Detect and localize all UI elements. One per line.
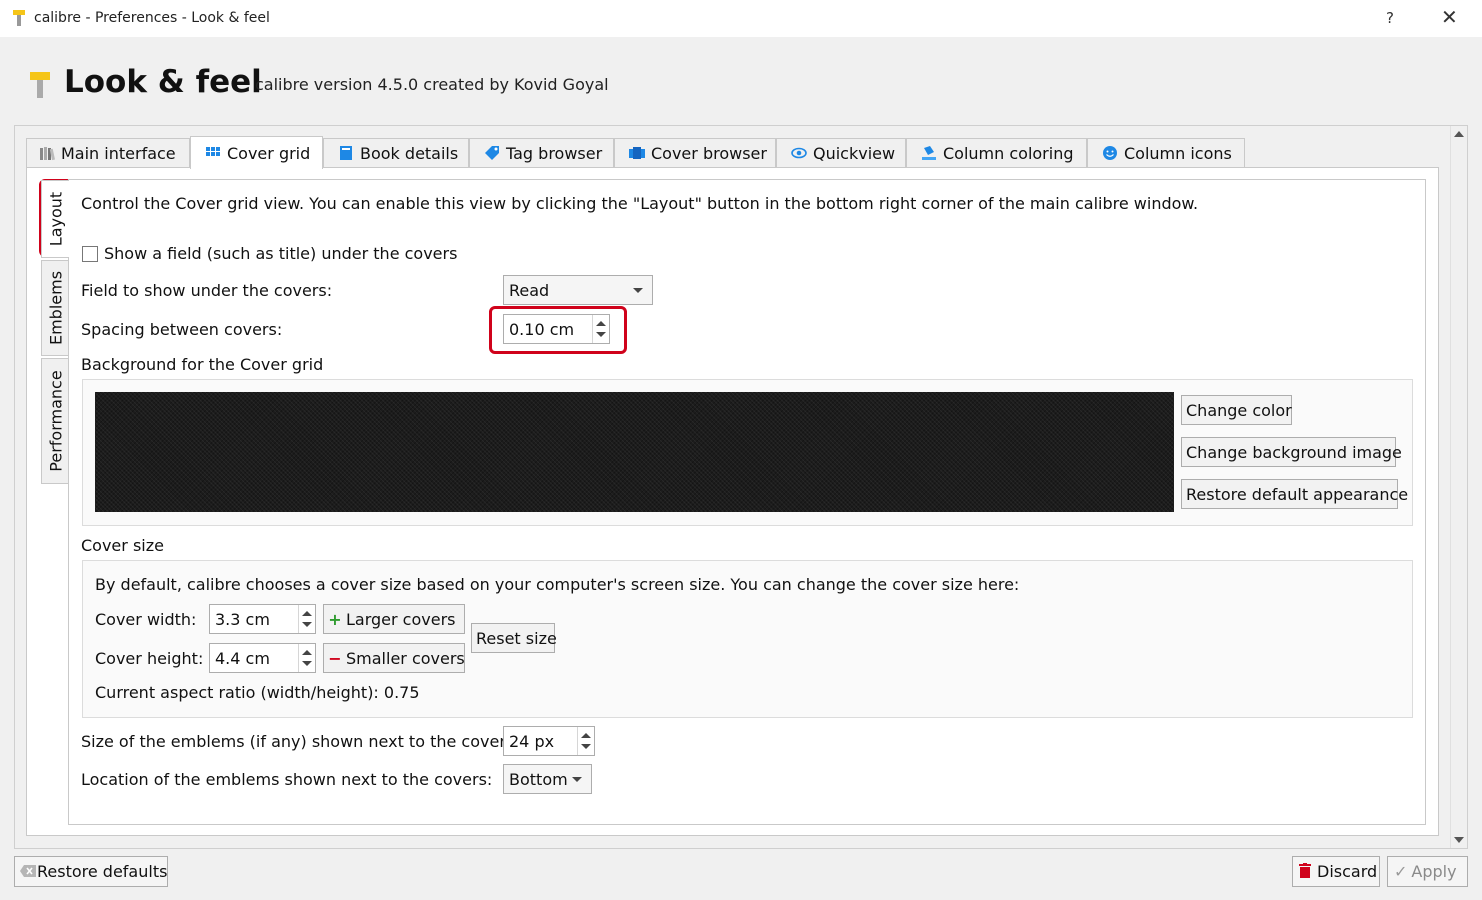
- cover-height-value: 4.4 cm: [215, 649, 270, 668]
- side-tab-performance[interactable]: Performance: [41, 358, 69, 484]
- chevron-down-icon: [633, 288, 643, 293]
- side-tab-emblems[interactable]: Emblems: [41, 260, 69, 356]
- emblem-size-spinbox[interactable]: 24 px: [503, 726, 595, 756]
- restore-defaults-label: Restore defaults: [37, 862, 168, 881]
- checkmark-icon: ✓: [1394, 862, 1408, 881]
- tag-icon: [485, 145, 499, 160]
- side-tab-label: Emblems: [46, 270, 65, 346]
- field-under-covers-select[interactable]: Read: [503, 275, 653, 305]
- restore-default-appearance-button[interactable]: Restore default appearance: [1181, 479, 1408, 509]
- apply-button[interactable]: ✓ Apply: [1387, 856, 1468, 887]
- show-field-checkbox[interactable]: [82, 246, 98, 262]
- smiley-icon: [1103, 145, 1117, 160]
- tab-label: Cover grid: [227, 144, 311, 163]
- tab-tag-browser[interactable]: Tag browser: [469, 138, 614, 168]
- title-bar: calibre - Preferences - Look & feel ? ✕: [0, 0, 1482, 38]
- cover-width-spinbox[interactable]: 3.3 cm: [209, 604, 316, 634]
- change-color-button[interactable]: Change color: [1181, 395, 1292, 425]
- smaller-covers-button[interactable]: − Smaller covers: [323, 643, 465, 673]
- library-icon: [40, 146, 55, 160]
- eye-icon: [791, 147, 807, 158]
- cover-width-value: 3.3 cm: [215, 610, 270, 629]
- apply-label: Apply: [1411, 862, 1457, 881]
- window-title: calibre - Preferences - Look & feel: [34, 10, 270, 26]
- spin-up-icon[interactable]: [302, 650, 312, 655]
- emblem-location-value: Bottom: [509, 770, 568, 789]
- plus-icon: +: [328, 610, 342, 629]
- spin-buttons[interactable]: [298, 605, 315, 633]
- tab-label: Cover browser: [651, 144, 767, 163]
- tab-cover-browser[interactable]: Cover browser: [614, 138, 776, 168]
- cover-browser-icon: [629, 146, 645, 159]
- tab-main-interface[interactable]: Main interface: [26, 138, 190, 168]
- field-under-covers-label: Field to show under the covers:: [81, 281, 333, 300]
- emblem-size-value: 24 px: [509, 732, 555, 751]
- discard-button[interactable]: Discard: [1292, 856, 1380, 887]
- close-icon[interactable]: ✕: [1441, 5, 1458, 29]
- larger-covers-label: Larger covers: [346, 610, 456, 629]
- emblem-location-select[interactable]: Bottom: [503, 764, 592, 794]
- book-icon: [340, 145, 352, 160]
- trash-icon: [1299, 863, 1311, 878]
- help-icon[interactable]: ?: [1386, 9, 1394, 27]
- aspect-ratio-text: Current aspect ratio (width/height): 0.7…: [95, 683, 420, 702]
- side-tab-layout[interactable]: Layout: [41, 180, 69, 258]
- version-subtitle: calibre version 4.5.0 created by Kovid G…: [255, 75, 609, 94]
- emblem-size-label: Size of the emblems (if any) shown next …: [81, 732, 520, 751]
- minus-icon: −: [328, 649, 342, 668]
- tab-cover-grid[interactable]: Cover grid: [190, 136, 323, 169]
- larger-covers-button[interactable]: + Larger covers: [323, 604, 465, 634]
- change-background-image-button[interactable]: Change background image: [1181, 437, 1402, 467]
- spin-down-icon[interactable]: [581, 744, 591, 749]
- spacing-highlight: [489, 306, 627, 354]
- tab-label: Quickview: [813, 144, 896, 163]
- emblem-location-label: Location of the emblems shown next to th…: [81, 770, 493, 789]
- scroll-down-icon[interactable]: [1454, 837, 1464, 843]
- look-feel-icon: [30, 72, 50, 98]
- cover-size-description: By default, calibre chooses a cover size…: [95, 575, 1020, 594]
- tab-label: Column icons: [1124, 144, 1232, 163]
- page-title: Look & feel: [64, 64, 262, 100]
- spin-down-icon[interactable]: [302, 661, 312, 666]
- cover-grid-description: Control the Cover grid view. You can ena…: [81, 194, 1199, 213]
- tab-label: Column coloring: [943, 144, 1074, 163]
- reset-size-button[interactable]: Reset size: [471, 623, 557, 653]
- vertical-scrollbar[interactable]: [1450, 126, 1467, 848]
- spin-down-icon[interactable]: [302, 622, 312, 627]
- spin-buttons[interactable]: [577, 727, 594, 755]
- scroll-up-icon[interactable]: [1454, 131, 1464, 137]
- spin-up-icon[interactable]: [581, 733, 591, 738]
- paint-bucket-icon: [922, 145, 936, 160]
- background-preview: [95, 392, 1174, 512]
- chevron-down-icon: [572, 777, 582, 782]
- background-section-title: Background for the Cover grid: [81, 355, 324, 374]
- show-field-label: Show a field (such as title) under the c…: [104, 244, 458, 263]
- cover-width-label: Cover width:: [95, 610, 197, 629]
- tab-column-icons[interactable]: Column icons: [1087, 138, 1245, 168]
- tab-quickview[interactable]: Quickview: [776, 138, 906, 168]
- cover-height-spinbox[interactable]: 4.4 cm: [209, 643, 316, 673]
- field-under-covers-value: Read: [509, 281, 550, 300]
- calibre-app-icon: [13, 10, 25, 26]
- smaller-covers-label: Smaller covers: [346, 649, 465, 668]
- tab-book-details[interactable]: Book details: [323, 138, 469, 168]
- side-tab-label: Performance: [46, 370, 65, 472]
- spin-buttons[interactable]: [298, 644, 315, 672]
- grid-icon: [206, 146, 220, 156]
- cover-size-section-title: Cover size: [81, 536, 164, 555]
- tab-label: Main interface: [61, 144, 176, 163]
- tab-label: Book details: [360, 144, 459, 163]
- tab-column-coloring[interactable]: Column coloring: [906, 138, 1087, 168]
- clear-icon: [20, 864, 36, 877]
- tab-label: Tag browser: [506, 144, 603, 163]
- spacing-label: Spacing between covers:: [81, 320, 283, 339]
- side-tab-label: Layout: [46, 191, 65, 247]
- spin-up-icon[interactable]: [302, 611, 312, 616]
- cover-height-label: Cover height:: [95, 649, 204, 668]
- discard-label: Discard: [1317, 862, 1378, 881]
- restore-defaults-button[interactable]: Restore defaults: [14, 856, 168, 887]
